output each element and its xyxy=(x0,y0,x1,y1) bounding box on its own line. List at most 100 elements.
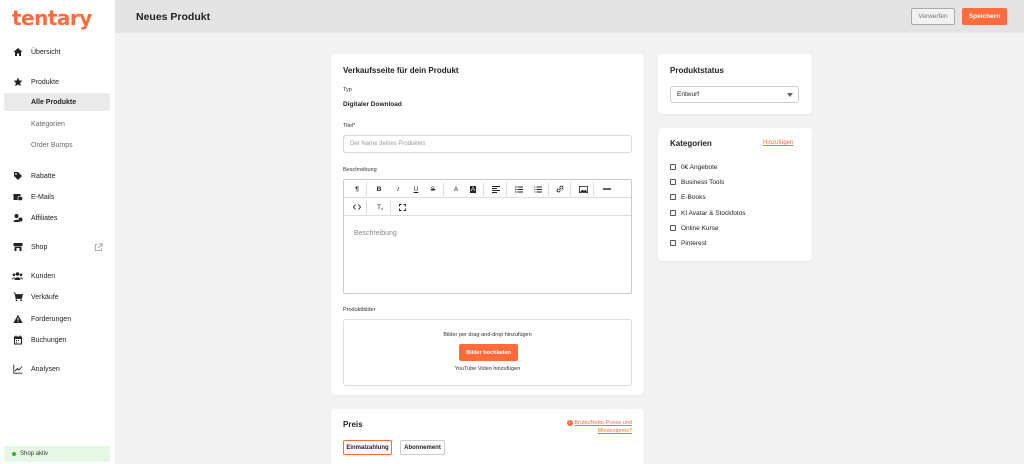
add-category-link[interactable]: Hinzufügen xyxy=(763,140,793,146)
toolbar-divider xyxy=(506,182,507,196)
save-button[interactable]: Speichern xyxy=(962,8,1007,25)
strikethrough-icon[interactable]: S xyxy=(428,184,438,194)
product-status-title: Produktstatus xyxy=(670,66,724,75)
email-icon xyxy=(12,192,23,203)
sidebar-item-overview[interactable]: Übersicht xyxy=(0,42,115,62)
horizontal-rule-icon[interactable] xyxy=(602,184,612,194)
page-title: Neues Produkt xyxy=(136,11,211,23)
image-dropzone[interactable]: Bilder per drag-and-drop hinzufügen Bild… xyxy=(343,319,632,386)
text-color-icon[interactable]: A xyxy=(451,184,461,194)
sidebar-item-analytics[interactable]: Analysen xyxy=(0,359,115,379)
description-editor[interactable]: ¶ B I U S A A Tx Beschreibung xyxy=(343,179,632,294)
paragraph-format-icon[interactable]: ¶ xyxy=(352,184,362,194)
checkbox[interactable] xyxy=(670,194,676,200)
sidebar-item-label: Affiliates xyxy=(31,214,58,222)
title-input[interactable]: Der Name deines Produktes xyxy=(343,135,632,153)
tab-subscription[interactable]: Abonnement xyxy=(400,440,445,455)
category-item[interactable]: Online Kurse xyxy=(670,223,719,233)
sidebar-item-bookings[interactable]: Buchungen xyxy=(0,330,115,350)
type-value: Digitaler Download xyxy=(343,101,402,108)
chevron-down-icon xyxy=(787,93,793,97)
external-link-icon[interactable] xyxy=(94,242,103,252)
upload-images-button[interactable]: Bilder hochladen xyxy=(459,344,518,361)
bullet-list-icon[interactable] xyxy=(514,184,524,194)
checkbox[interactable] xyxy=(670,225,676,231)
editor-toolbar-row-2: Tx xyxy=(344,198,631,216)
discard-button[interactable]: Verwerfen xyxy=(911,8,955,25)
sidebar-item-label: Verkäufe xyxy=(31,293,59,301)
checkbox[interactable] xyxy=(670,210,676,216)
category-label: KI Avatar & Stockfotos xyxy=(681,209,746,217)
align-icon[interactable] xyxy=(491,184,501,194)
toolbar-divider xyxy=(366,200,367,214)
shop-status-badge[interactable]: Shop aktiv xyxy=(4,446,110,462)
sidebar-item-sales[interactable]: Verkäufe xyxy=(0,287,115,307)
category-item[interactable]: Business Tools xyxy=(670,177,724,187)
warning-icon xyxy=(12,314,23,325)
sidebar-subitem-order-bumps[interactable]: Order Bumps xyxy=(0,136,115,154)
cart-icon xyxy=(12,292,23,303)
home-icon xyxy=(12,47,23,58)
checkbox[interactable] xyxy=(670,179,676,185)
category-item[interactable]: KI Avatar & Stockfotos xyxy=(670,208,746,218)
category-label: E-Books xyxy=(681,193,706,201)
calendar-icon xyxy=(12,335,23,346)
tab-one-time-payment[interactable]: Einmalzahlung xyxy=(343,440,392,455)
sales-page-title: Verkaufsseite für dein Produkt xyxy=(343,66,459,75)
price-help-link[interactable]: ! Brutto/Netto-Preise und Mindestpreis? xyxy=(566,419,632,435)
sidebar-item-shop[interactable]: Shop xyxy=(0,237,115,257)
product-status-card xyxy=(658,54,812,114)
checkbox[interactable] xyxy=(670,164,676,170)
category-label: 0€ Angebote xyxy=(681,163,718,171)
toolbar-divider xyxy=(593,182,594,196)
italic-icon[interactable]: I xyxy=(393,184,403,194)
category-label: Online Kurse xyxy=(681,224,719,232)
sidebar-item-discounts[interactable]: Rabatte xyxy=(0,166,115,186)
sidebar-item-customers[interactable]: Kunden xyxy=(0,266,115,286)
sidebar: tentary Übersicht Produkte Alle Produkte… xyxy=(0,0,115,464)
link-icon[interactable] xyxy=(555,184,565,194)
status-select-value: Entwurf xyxy=(677,91,700,98)
toolbar-divider xyxy=(570,182,571,196)
background-color-icon[interactable]: A xyxy=(468,184,478,194)
sidebar-item-products[interactable]: Produkte xyxy=(0,72,115,92)
price-help-text: Brutto/Netto-Preise und Mindestpreis? xyxy=(574,420,632,434)
description-label: Beschreibung xyxy=(343,167,377,173)
code-view-icon[interactable] xyxy=(352,202,362,212)
sidebar-item-label: Shop xyxy=(31,243,48,251)
sidebar-item-label: E-Mails xyxy=(31,193,55,201)
category-item[interactable]: 0€ Angebote xyxy=(670,162,718,172)
editor-toolbar-row-1: ¶ B I U S A A xyxy=(344,180,631,198)
logo[interactable]: tentary xyxy=(12,6,92,30)
sidebar-item-label: Produkte xyxy=(31,78,60,86)
category-item[interactable]: E-Books xyxy=(670,192,706,202)
tag-icon xyxy=(12,171,23,182)
sidebar-item-label: Analysen xyxy=(31,365,60,373)
bold-icon[interactable]: B xyxy=(374,184,384,194)
fullscreen-icon[interactable] xyxy=(397,202,407,212)
status-select[interactable]: Entwurf xyxy=(670,86,799,103)
category-item[interactable]: Pinterest xyxy=(670,238,707,248)
category-label: Business Tools xyxy=(681,178,725,186)
image-icon[interactable] xyxy=(578,184,588,194)
price-title: Preis xyxy=(343,420,363,429)
status-dot xyxy=(12,452,16,456)
checkbox[interactable] xyxy=(670,240,676,246)
sidebar-item-label: Buchungen xyxy=(31,336,67,344)
category-label: Pinterest xyxy=(681,239,707,247)
sidebar-subitem-all-products[interactable]: Alle Produkte xyxy=(4,93,110,111)
sidebar-item-label: Kunden xyxy=(31,272,56,280)
sidebar-item-emails[interactable]: E-Mails xyxy=(0,187,115,207)
top-header: Neues Produkt Verwerfen Speichern xyxy=(115,0,1024,33)
chart-icon xyxy=(12,364,23,375)
sidebar-item-label: Forderungen xyxy=(31,315,72,323)
numbered-list-icon[interactable] xyxy=(533,184,543,194)
sidebar-item-claims[interactable]: Forderungen xyxy=(0,309,115,329)
add-youtube-link[interactable]: YouTube Video hinzufügen xyxy=(344,366,631,372)
underline-icon[interactable]: U xyxy=(411,184,421,194)
dropzone-hint: Bilder per drag-and-drop hinzufügen xyxy=(443,332,532,338)
sidebar-subitem-categories[interactable]: Kategorien xyxy=(0,115,115,133)
clear-format-icon[interactable]: Tx xyxy=(375,202,385,212)
sidebar-item-affiliates[interactable]: Affiliates xyxy=(0,208,115,228)
toolbar-divider xyxy=(443,182,444,196)
